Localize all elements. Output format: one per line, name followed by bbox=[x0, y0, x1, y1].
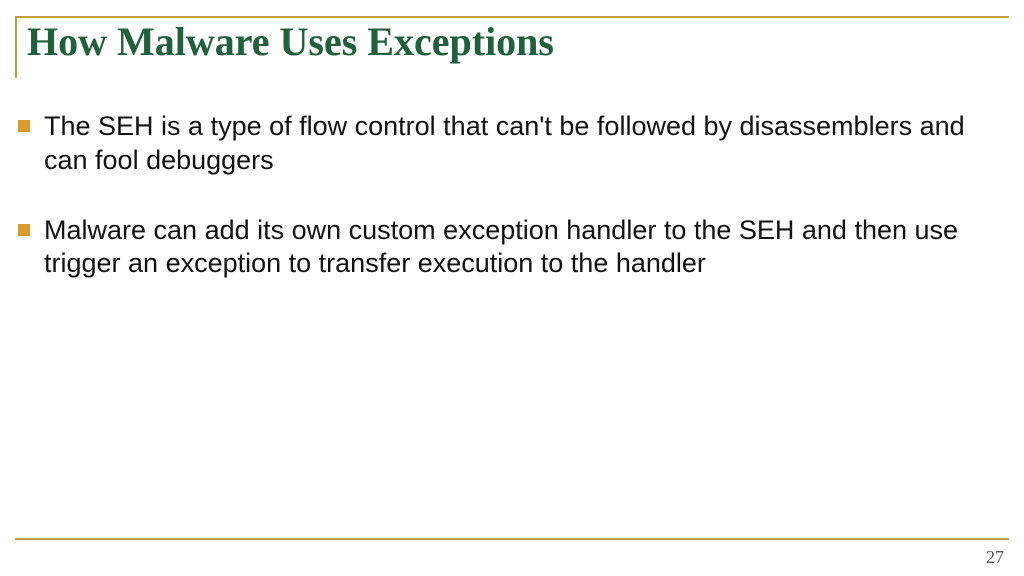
bullet-text: Malware can add its own custom exception… bbox=[44, 214, 994, 282]
square-bullet-icon bbox=[18, 120, 30, 132]
list-item: The SEH is a type of flow control that c… bbox=[18, 110, 994, 178]
bullet-text: The SEH is a type of flow control that c… bbox=[44, 110, 994, 178]
page-number: 27 bbox=[986, 547, 1004, 568]
title-area: How Malware Uses Exceptions bbox=[15, 16, 1009, 78]
slide-body: The SEH is a type of flow control that c… bbox=[18, 110, 994, 317]
list-item: Malware can add its own custom exception… bbox=[18, 214, 994, 282]
title-rule: How Malware Uses Exceptions bbox=[15, 16, 1009, 78]
slide-title: How Malware Uses Exceptions bbox=[27, 20, 1009, 64]
slide: How Malware Uses Exceptions The SEH is a… bbox=[0, 0, 1024, 576]
square-bullet-icon bbox=[18, 224, 30, 236]
footer-divider bbox=[15, 538, 1009, 540]
